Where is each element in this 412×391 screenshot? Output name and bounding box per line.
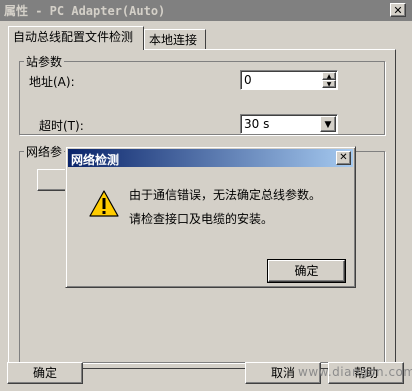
dialog-titlebar[interactable]: 网络检测 ✕ (68, 149, 353, 167)
tab-label: 自动总线配置文件检测 (13, 30, 134, 44)
dialog-close-button[interactable]: ✕ (336, 151, 351, 165)
network-params-legend: 网络参 (26, 145, 63, 159)
close-icon: ✕ (393, 4, 403, 17)
address-spinner[interactable]: ▲ ▼ (322, 72, 336, 88)
address-value: 0 (244, 73, 252, 87)
chevron-down-icon[interactable]: ▼ (320, 116, 336, 132)
close-button[interactable]: ✕ (390, 3, 406, 17)
dialog-message-line1: 由于通信错误，无法确定总线参数。 (129, 188, 322, 202)
address-stepper[interactable]: 0 ▲ ▼ (240, 70, 338, 90)
timeout-value: 30 s (244, 117, 270, 131)
dialog-ok-button[interactable]: 确定 (267, 259, 346, 283)
spin-up-icon[interactable]: ▲ (322, 72, 336, 80)
address-label: 地址(A): (29, 75, 75, 89)
dialog-message-line2: 请检查接口及电缆的安装。 (129, 212, 274, 226)
window-title: 属性 - PC Adapter(Auto) (4, 4, 166, 18)
dialog-title: 网络检测 (71, 153, 120, 167)
cancel-label: 取消 (270, 366, 295, 380)
network-action-button[interactable] (37, 169, 67, 191)
tab-label: 本地连接 (149, 33, 198, 47)
window-titlebar[interactable]: 属性 - PC Adapter(Auto) ✕ (0, 0, 412, 21)
ok-button[interactable]: 确定 (7, 362, 83, 384)
close-icon: ✕ (339, 152, 348, 163)
tab-local-connection[interactable]: 本地连接 (144, 29, 206, 49)
station-params-legend: 站参数 (26, 55, 63, 69)
watermark: www.diangon.com (298, 365, 412, 379)
timeout-label: 超时(T): (39, 119, 84, 133)
warning-icon (89, 190, 119, 217)
network-detect-dialog: 网络检测 ✕ 由于通信错误，无法确定总线参数。 请检查接口及电缆的安装。 确定 (65, 146, 356, 288)
spin-down-icon[interactable]: ▼ (322, 80, 336, 88)
dialog-ok-label: 确定 (294, 264, 319, 278)
timeout-select[interactable]: 30 s ▼ (240, 114, 338, 134)
tab-auto-bus-detect[interactable]: 自动总线配置文件检测 (8, 26, 144, 50)
ok-label: 确定 (32, 366, 57, 380)
